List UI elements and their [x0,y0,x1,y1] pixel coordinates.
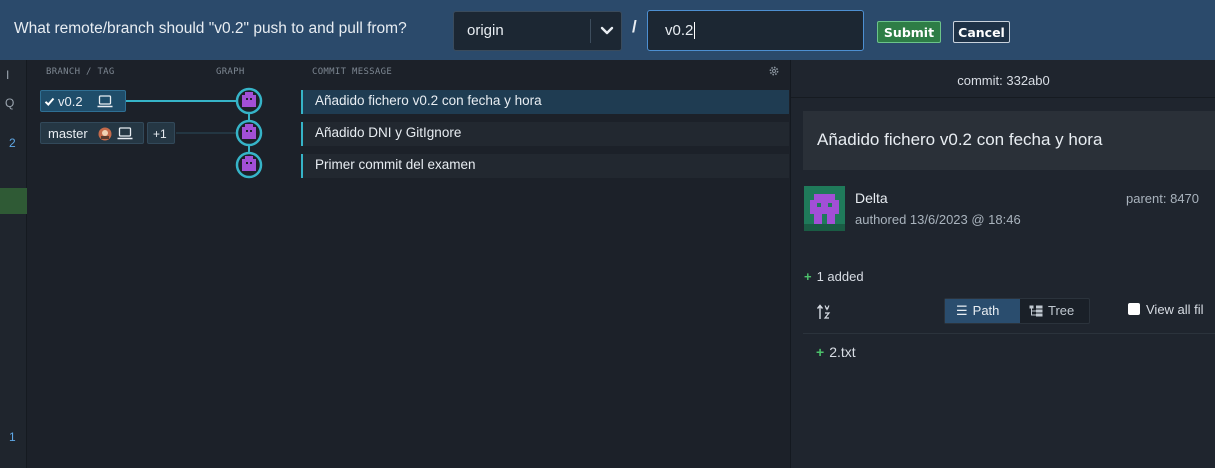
gear-icon[interactable] [768,65,780,77]
commit-message: Añadido fichero v0.2 con fecha y hora [315,93,542,108]
added-count: 1 added [816,269,864,284]
sort-icon[interactable] [817,303,831,321]
list-icon: ☰ [956,303,968,318]
commit-message-cell[interactable]: Añadido fichero v0.2 con fecha y hora [301,90,789,114]
sidebar-count-badge: 2 [9,136,16,150]
commit-message: Primer commit del examen [315,157,476,172]
commit-detail-panel: commit: 332ab0 Añadido fichero v0.2 con … [790,60,1215,468]
commit-node[interactable] [235,151,263,179]
added-file-icon: + [816,344,825,360]
commit-graph [126,87,263,179]
tree-view-button[interactable]: Tree [1020,299,1090,323]
column-header-graph[interactable]: GRAPH [216,67,245,77]
tree-view-label: Tree [1048,303,1075,318]
commit-id-header: commit: 332ab0 [791,60,1215,98]
commit-message: Añadido DNI y GitIgnore [315,125,462,140]
path-view-label: Path [972,303,1000,318]
remote-select-value: origin [467,22,504,39]
divider [803,333,1215,334]
submit-button[interactable]: Submit [877,21,941,43]
commit-graph-panel: BRANCH / TAG GRAPH COMMIT MESSAGE v0.2 A… [27,60,790,468]
select-divider [590,19,591,43]
commit-message-cell[interactable]: Añadido DNI y GitIgnore [301,122,789,146]
sidebar-active-item[interactable] [0,188,27,214]
view-all-files-checkbox[interactable]: View all fil [1128,302,1204,317]
remote-select[interactable]: origin [453,11,622,51]
author-name: Delta [855,190,888,206]
graph-column-headers: BRANCH / TAG GRAPH COMMIT MESSAGE [27,60,790,84]
sidebar-mark-1: I [6,68,10,82]
branch-name-input[interactable] [647,10,864,51]
authored-date: authored 13/6/2023 @ 18:46 [855,212,1021,227]
column-header-commit-message[interactable]: COMMIT MESSAGE [312,67,392,77]
file-list-item[interactable]: +2.txt [816,344,856,360]
plus-icon: + [804,269,812,284]
file-view-toggle: ☰ Path Tree [944,298,1090,324]
text-caret [694,22,695,39]
avatar [804,186,845,231]
view-all-files-label: View all fil [1146,302,1204,317]
divider [791,97,1215,98]
commit-node[interactable] [235,87,263,115]
tree-icon [1029,305,1043,317]
prompt-question: What remote/branch should "v0.2" push to… [14,20,407,37]
checkbox[interactable] [1128,303,1140,315]
file-name: 2.txt [829,344,856,360]
commit-summary-box[interactable]: Añadido fichero v0.2 con fecha y hora [803,111,1215,170]
path-view-button[interactable]: ☰ Path [945,299,1020,323]
commit-node[interactable] [235,119,263,147]
chevron-down-icon[interactable] [597,21,617,41]
files-added-summary: +1 added [804,269,864,284]
column-header-branch-tag[interactable]: BRANCH / TAG [46,67,115,77]
commit-title: Añadido fichero v0.2 con fecha y hora [817,130,1103,149]
parent-commit-link[interactable]: parent: 8470 [1126,191,1199,206]
commit-message-cell[interactable]: Primer commit del examen [301,154,789,178]
search-icon[interactable]: Q [5,96,14,110]
sidebar-count-badge-bottom: 1 [9,430,16,444]
remote-branch-separator: / [632,17,637,36]
remote-prompt-bar: What remote/branch should "v0.2" push to… [0,0,1215,60]
commit-id[interactable]: commit: 332ab0 [957,73,1050,88]
left-sidebar-strip: I Q 2 1 [0,60,27,468]
cancel-button[interactable]: Cancel [953,21,1010,43]
